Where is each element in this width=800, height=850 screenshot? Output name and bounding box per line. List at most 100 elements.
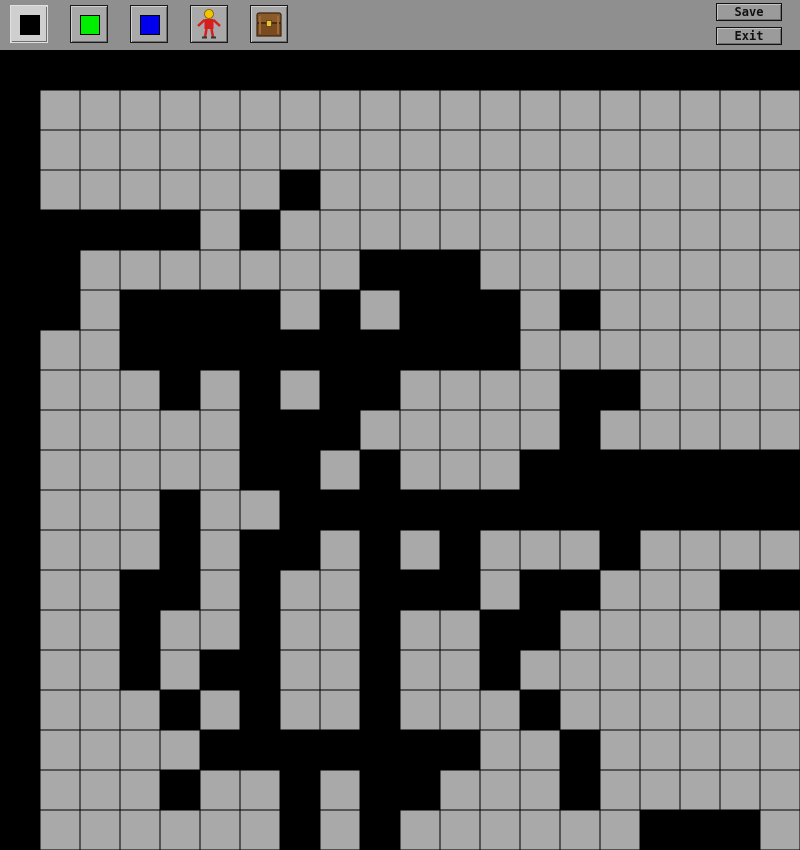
floor-tile[interactable]: [399, 449, 441, 491]
floor-tile[interactable]: [319, 569, 361, 611]
floor-tile[interactable]: [719, 129, 761, 171]
floor-tile[interactable]: [319, 169, 361, 211]
wall-tile[interactable]: [0, 769, 41, 811]
floor-tile[interactable]: [519, 409, 561, 451]
floor-tile[interactable]: [159, 649, 201, 691]
wall-tile[interactable]: [159, 769, 201, 811]
wall-tile[interactable]: [39, 289, 81, 331]
floor-tile[interactable]: [279, 609, 321, 651]
floor-tile[interactable]: [599, 409, 641, 451]
wall-tile[interactable]: [279, 409, 321, 451]
wall-tile[interactable]: [79, 209, 121, 251]
wall-tile[interactable]: [439, 489, 481, 531]
floor-tile[interactable]: [439, 369, 481, 411]
floor-tile[interactable]: [759, 609, 800, 651]
floor-tile[interactable]: [599, 209, 641, 251]
floor-tile[interactable]: [559, 529, 601, 571]
wall-tile[interactable]: [359, 609, 401, 651]
floor-tile[interactable]: [759, 769, 800, 811]
floor-tile[interactable]: [679, 569, 721, 611]
wall-tile[interactable]: [239, 609, 281, 651]
floor-tile[interactable]: [79, 329, 121, 371]
floor-tile[interactable]: [639, 609, 681, 651]
wall-tile[interactable]: [0, 50, 41, 91]
floor-tile[interactable]: [119, 249, 161, 291]
floor-tile[interactable]: [719, 329, 761, 371]
wall-tile[interactable]: [159, 289, 201, 331]
floor-tile[interactable]: [79, 689, 121, 731]
floor-tile[interactable]: [599, 89, 641, 131]
floor-tile[interactable]: [759, 649, 800, 691]
floor-tile[interactable]: [759, 249, 800, 291]
wall-tile[interactable]: [239, 529, 281, 571]
floor-tile[interactable]: [119, 729, 161, 771]
floor-tile[interactable]: [199, 529, 241, 571]
floor-tile[interactable]: [199, 489, 241, 531]
floor-tile[interactable]: [439, 89, 481, 131]
floor-tile[interactable]: [399, 89, 441, 131]
wall-tile[interactable]: [439, 329, 481, 371]
floor-tile[interactable]: [679, 289, 721, 331]
floor-tile[interactable]: [279, 209, 321, 251]
floor-tile[interactable]: [319, 689, 361, 731]
wall-tile[interactable]: [319, 50, 361, 91]
floor-tile[interactable]: [439, 449, 481, 491]
wall-tile[interactable]: [399, 249, 441, 291]
wall-tile[interactable]: [359, 50, 401, 91]
wall-tile[interactable]: [279, 449, 321, 491]
floor-tile[interactable]: [279, 689, 321, 731]
floor-tile[interactable]: [39, 89, 81, 131]
wall-tile[interactable]: [759, 50, 800, 91]
wall-tile[interactable]: [239, 50, 281, 91]
floor-tile[interactable]: [599, 329, 641, 371]
floor-tile[interactable]: [719, 529, 761, 571]
floor-tile[interactable]: [679, 529, 721, 571]
floor-tile[interactable]: [199, 249, 241, 291]
wall-tile[interactable]: [239, 369, 281, 411]
floor-tile[interactable]: [39, 489, 81, 531]
wall-tile[interactable]: [559, 409, 601, 451]
floor-tile[interactable]: [639, 329, 681, 371]
floor-tile[interactable]: [439, 609, 481, 651]
wall-tile[interactable]: [119, 289, 161, 331]
wall-tile[interactable]: [0, 289, 41, 331]
green-tile-tool[interactable]: [70, 5, 108, 43]
floor-tile[interactable]: [599, 649, 641, 691]
floor-tile[interactable]: [319, 249, 361, 291]
floor-tile[interactable]: [679, 609, 721, 651]
floor-tile[interactable]: [79, 369, 121, 411]
floor-tile[interactable]: [559, 129, 601, 171]
wall-tile[interactable]: [519, 609, 561, 651]
floor-tile[interactable]: [599, 569, 641, 611]
floor-tile[interactable]: [719, 409, 761, 451]
floor-tile[interactable]: [479, 169, 521, 211]
floor-tile[interactable]: [519, 809, 561, 850]
floor-tile[interactable]: [759, 89, 800, 131]
floor-tile[interactable]: [479, 249, 521, 291]
floor-tile[interactable]: [39, 529, 81, 571]
floor-tile[interactable]: [79, 769, 121, 811]
floor-tile[interactable]: [759, 409, 800, 451]
floor-tile[interactable]: [679, 329, 721, 371]
wall-tile[interactable]: [599, 529, 641, 571]
floor-tile[interactable]: [679, 249, 721, 291]
wall-tile[interactable]: [39, 249, 81, 291]
floor-tile[interactable]: [599, 249, 641, 291]
floor-tile[interactable]: [39, 649, 81, 691]
floor-tile[interactable]: [319, 449, 361, 491]
floor-tile[interactable]: [479, 89, 521, 131]
floor-tile[interactable]: [279, 369, 321, 411]
floor-tile[interactable]: [719, 689, 761, 731]
floor-tile[interactable]: [519, 529, 561, 571]
wall-tile[interactable]: [519, 689, 561, 731]
wall-tile[interactable]: [399, 289, 441, 331]
floor-tile[interactable]: [479, 209, 521, 251]
black-tile-tool[interactable]: [10, 5, 48, 43]
wall-tile[interactable]: [399, 769, 441, 811]
floor-tile[interactable]: [239, 809, 281, 850]
wall-tile[interactable]: [0, 649, 41, 691]
wall-tile[interactable]: [0, 609, 41, 651]
floor-tile[interactable]: [319, 649, 361, 691]
wall-tile[interactable]: [239, 209, 281, 251]
wall-tile[interactable]: [0, 809, 41, 850]
